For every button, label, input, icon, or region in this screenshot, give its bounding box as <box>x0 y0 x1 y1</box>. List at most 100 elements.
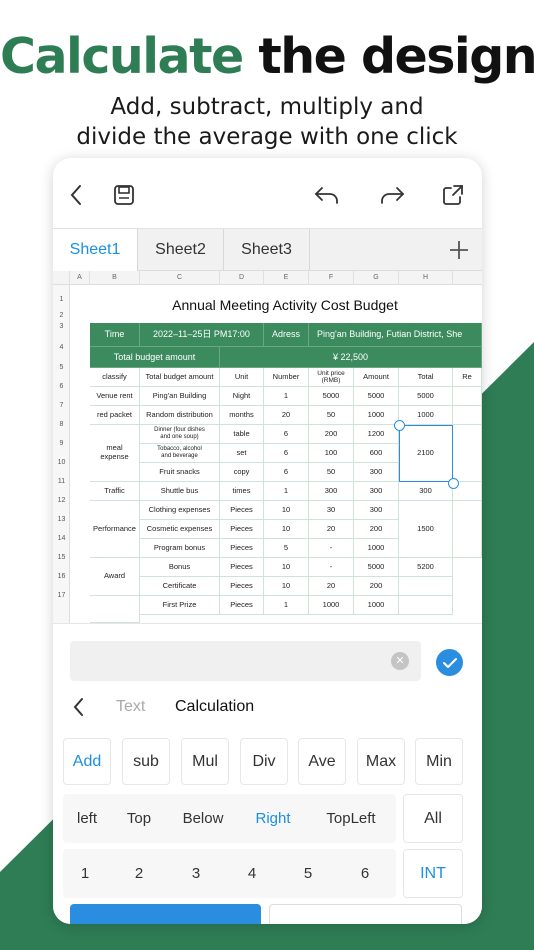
table-cell[interactable]: 5000 <box>399 387 453 406</box>
cell-header-amount[interactable]: Amount <box>354 368 399 387</box>
share-icon[interactable] <box>438 180 468 210</box>
table-cell[interactable]: 5200 <box>399 558 453 577</box>
digit-2-button[interactable]: 2 <box>117 849 161 898</box>
row-header[interactable]: 12 <box>53 497 70 504</box>
table-cell[interactable]: Tobacco, alcohol and beverage <box>140 444 220 463</box>
table-cell[interactable]: Night <box>220 387 264 406</box>
table-cell[interactable]: 5 <box>264 539 309 558</box>
undo-icon[interactable] <box>312 180 342 210</box>
table-cell[interactable]: Pieces <box>220 558 264 577</box>
table-cell[interactable]: 100 <box>309 444 354 463</box>
primary-action-button[interactable] <box>70 904 261 924</box>
column-header-e[interactable]: E <box>264 271 309 285</box>
row-header[interactable]: 14 <box>53 535 70 542</box>
table-cell[interactable]: 300 <box>309 482 354 501</box>
table-cell[interactable]: set <box>220 444 264 463</box>
row-header[interactable]: 9 <box>53 440 70 447</box>
cell-time-label[interactable]: Time <box>90 323 140 347</box>
table-cell[interactable]: Pieces <box>220 501 264 520</box>
table-cell[interactable]: 200 <box>354 577 399 596</box>
row-header[interactable]: 11 <box>53 478 70 485</box>
op-ave-button[interactable]: Ave <box>298 738 346 785</box>
tab-sheet3[interactable]: Sheet3 <box>224 229 310 271</box>
table-cell[interactable] <box>453 501 482 558</box>
row-header[interactable]: 10 <box>53 459 70 466</box>
row-header[interactable]: 3 <box>53 323 70 330</box>
table-cell[interactable]: red packet <box>90 406 140 425</box>
op-mul-button[interactable]: Mul <box>181 738 229 785</box>
row-header[interactable]: 13 <box>53 516 70 523</box>
table-cell[interactable]: Bonus <box>140 558 220 577</box>
cell-adress-value[interactable]: Ping'an Building, Futian District, She <box>309 323 482 347</box>
tab-sheet2[interactable]: Sheet2 <box>138 229 224 271</box>
table-cell[interactable]: 300 <box>354 501 399 520</box>
row-header[interactable]: 5 <box>53 364 70 371</box>
cell-budget-label[interactable]: Total budget amount <box>90 347 220 368</box>
cell-header-number[interactable]: Number <box>264 368 309 387</box>
table-cell[interactable]: Pieces <box>220 596 264 615</box>
table-cell[interactable]: 5000 <box>309 387 354 406</box>
table-cell[interactable]: copy <box>220 463 264 482</box>
selection-handle-top-left[interactable] <box>394 420 405 431</box>
table-cell[interactable]: Program bonus <box>140 539 220 558</box>
table-cell[interactable]: - <box>309 558 354 577</box>
row-header[interactable]: 7 <box>53 402 70 409</box>
mode-calculation-tab[interactable]: Calculation <box>175 698 254 716</box>
table-cell[interactable]: Performance <box>90 501 140 558</box>
selection-handle-bottom-right[interactable] <box>448 478 459 489</box>
table-cell[interactable]: 300 <box>354 482 399 501</box>
row-header[interactable]: 8 <box>53 421 70 428</box>
row-header[interactable]: 2 <box>53 312 70 319</box>
table-cell[interactable]: 200 <box>309 425 354 444</box>
table-cell[interactable]: 20 <box>309 577 354 596</box>
table-cell[interactable]: Fruit snacks <box>140 463 220 482</box>
column-header-a[interactable]: A <box>70 271 90 285</box>
table-cell[interactable]: times <box>220 482 264 501</box>
table-cell[interactable] <box>90 596 140 623</box>
back-icon[interactable] <box>61 180 91 210</box>
table-cell[interactable]: Venue rent <box>90 387 140 406</box>
cell-header-classify[interactable]: classify <box>90 368 140 387</box>
row-header[interactable]: 6 <box>53 383 70 390</box>
table-cell[interactable]: Pieces <box>220 539 264 558</box>
table-cell[interactable]: 200 <box>354 520 399 539</box>
formula-input[interactable]: ✕ <box>70 641 421 681</box>
table-cell[interactable]: Random distribution <box>140 406 220 425</box>
row-header[interactable]: 1 <box>53 296 70 303</box>
confirm-icon[interactable] <box>436 649 463 676</box>
table-cell[interactable]: Traffic <box>90 482 140 501</box>
table-cell[interactable]: Pieces <box>220 520 264 539</box>
table-cell[interactable]: 6 <box>264 425 309 444</box>
table-cell[interactable]: 1 <box>264 387 309 406</box>
digit-3-button[interactable]: 3 <box>174 849 218 898</box>
clear-icon[interactable]: ✕ <box>391 652 409 670</box>
op-sub-button[interactable]: sub <box>122 738 170 785</box>
dir-left-button[interactable]: left <box>63 794 111 843</box>
table-cell[interactable]: - <box>309 539 354 558</box>
table-cell[interactable]: 300 <box>399 482 453 501</box>
table-cell[interactable]: 1000 <box>354 406 399 425</box>
table-cell[interactable]: Award <box>90 558 140 596</box>
table-cell[interactable]: 1 <box>264 482 309 501</box>
cell-header-total[interactable]: Total <box>399 368 453 387</box>
table-cell[interactable]: Cosmetic expenses <box>140 520 220 539</box>
row-header[interactable]: 15 <box>53 554 70 561</box>
table-cell[interactable]: 10 <box>264 520 309 539</box>
cell-adress-label[interactable]: Adress <box>264 323 309 347</box>
dir-right-button[interactable]: Right <box>243 794 303 843</box>
dir-top-button[interactable]: Top <box>113 794 165 843</box>
plus-icon[interactable] <box>444 235 474 265</box>
table-cell[interactable]: 50 <box>309 463 354 482</box>
table-cell[interactable]: 1000 <box>399 406 453 425</box>
table-cell[interactable] <box>453 406 482 425</box>
table-cell[interactable]: 1000 <box>309 596 354 615</box>
digit-5-button[interactable]: 5 <box>286 849 330 898</box>
column-header-d[interactable]: D <box>220 271 264 285</box>
table-cell[interactable]: meal expense <box>90 425 140 482</box>
column-header-b[interactable]: B <box>90 271 140 285</box>
table-cell[interactable]: Certificate <box>140 577 220 596</box>
table-cell[interactable]: 1000 <box>354 596 399 615</box>
table-cell[interactable]: 1200 <box>354 425 399 444</box>
mode-text-tab[interactable]: Text <box>116 698 145 716</box>
column-header-f[interactable]: F <box>309 271 354 285</box>
